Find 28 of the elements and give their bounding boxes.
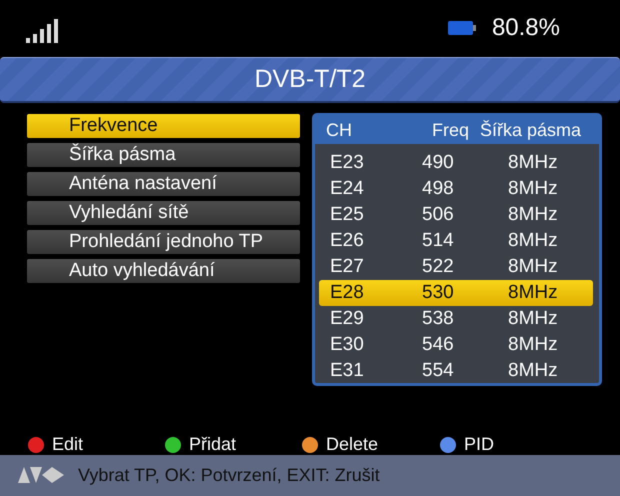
help-text: Vybrat TP, OK: Potvrzení, EXIT: Zrušit — [78, 464, 380, 486]
menu-item[interactable]: Frekvence — [27, 114, 300, 138]
menu-item[interactable]: Anténa nastavení — [27, 172, 300, 196]
battery-icon — [448, 20, 476, 35]
table-row[interactable]: E23 490 8MHz — [319, 150, 593, 176]
table-row[interactable]: E27 522 8MHz — [319, 254, 593, 280]
menu-item[interactable]: Vyhledání sítě — [27, 201, 300, 226]
column-header: CH — [325, 120, 353, 141]
menu-item[interactable]: Šířka pásma — [27, 143, 300, 168]
signal-icon — [26, 18, 58, 43]
key-label: Delete — [326, 434, 378, 456]
table-row[interactable]: E29 538 8MHz — [319, 306, 593, 332]
column-header: Šířka pásma — [480, 120, 582, 141]
battery-percentage: 80.8% — [492, 14, 560, 42]
key-label: Edit — [52, 434, 84, 456]
table-row[interactable]: E26 514 8MHz — [319, 228, 593, 254]
key-label: PID — [464, 434, 494, 456]
window-title: DVB-T/T2 — [254, 65, 366, 94]
column-header: Freq — [431, 120, 470, 141]
table-row[interactable]: E30 546 8MHz — [319, 332, 593, 358]
menu-item[interactable]: Auto vyhledávání — [27, 259, 300, 284]
table-row[interactable]: E28 530 8MHz — [319, 280, 593, 306]
table-row[interactable]: E24 498 8MHz — [319, 176, 593, 202]
arrow-keys-icon — [18, 467, 64, 484]
table-row[interactable]: E31 554 8MHz — [319, 358, 593, 384]
menu-item[interactable]: Prohledání jednoho TP — [27, 230, 300, 254]
key-label: Přidat — [189, 434, 236, 456]
table-row[interactable]: E25 506 8MHz — [319, 202, 593, 228]
